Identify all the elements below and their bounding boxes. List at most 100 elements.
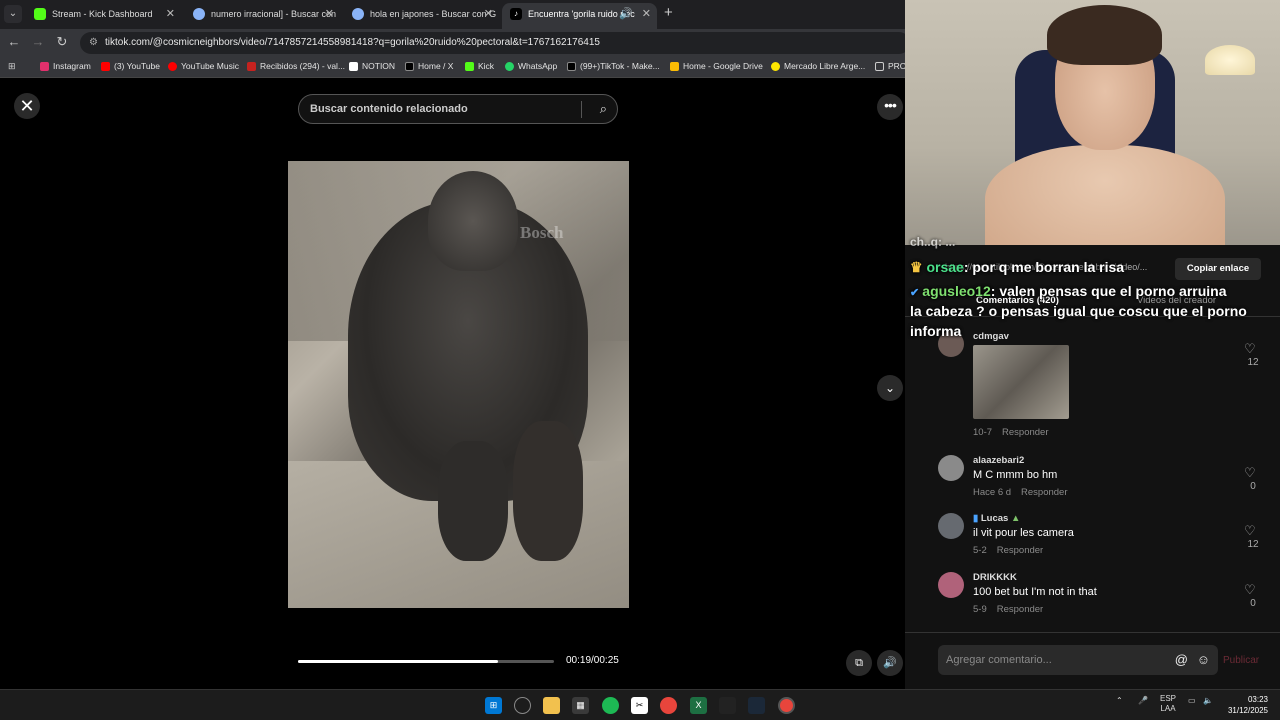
- tab-search-menu-icon[interactable]: ⌄: [4, 5, 22, 23]
- bookmark-label: NOTION: [362, 61, 396, 71]
- bookmark-mercado-libre[interactable]: Mercado Libre Arge...: [771, 60, 865, 73]
- close-tab-icon[interactable]: ✕: [642, 3, 651, 25]
- tab-google-search-2[interactable]: hola en japones - Buscar con G ✕: [344, 3, 499, 29]
- heart-icon[interactable]: ♡: [1244, 523, 1256, 539]
- show-hidden-icons[interactable]: ⌃: [1116, 696, 1123, 705]
- close-tab-icon[interactable]: ✕: [325, 3, 334, 25]
- file-explorer-icon[interactable]: [543, 697, 560, 714]
- heart-icon[interactable]: ♡: [1244, 582, 1256, 598]
- microphone-icon[interactable]: 🎤: [1138, 696, 1148, 705]
- back-arrow-icon[interactable]: ←: [5, 34, 23, 49]
- layout-text: LAA: [1160, 704, 1176, 713]
- add-comment-input[interactable]: Agregar comentario... @ ☺: [938, 645, 1218, 675]
- mention-icon[interactable]: @: [1175, 645, 1188, 675]
- url-field[interactable]: ⚙ tiktok.com/@cosmicneighbors/video/7147…: [80, 32, 910, 54]
- chat-text: : por q me borran la risa: [963, 259, 1125, 275]
- bookmark-label: Kick: [478, 61, 495, 71]
- tiktok-icon: ♪: [510, 8, 522, 20]
- comment-item: alaazebari2 M C mmm bo hm Hace 6 d Respon…: [938, 455, 1278, 505]
- instagram-icon: [40, 62, 49, 71]
- bookmark-gmail[interactable]: Recibidos (294) - val...: [247, 60, 345, 73]
- chat-text: ch..q: ...: [910, 235, 956, 249]
- heart-icon[interactable]: ♡: [1244, 341, 1256, 357]
- network-icon[interactable]: ▭: [1188, 696, 1196, 705]
- tab-tiktok-active[interactable]: ♪ Encuentra 'gorila ruido pec 🔊 ✕: [502, 3, 657, 29]
- search-icon[interactable]: ⌕: [600, 95, 607, 123]
- next-video-button[interactable]: ⌄: [877, 375, 903, 401]
- language-indicator[interactable]: ESP LAA: [1160, 694, 1176, 714]
- more-options-button[interactable]: •••: [877, 94, 903, 120]
- forward-arrow-icon[interactable]: →: [29, 34, 47, 49]
- bookmark-youtube-music[interactable]: YouTube Music: [168, 60, 239, 73]
- steam-icon[interactable]: [748, 697, 765, 714]
- add-comment-placeholder: Agregar comentario...: [946, 654, 1052, 666]
- bookmark-folder-pro[interactable]: PRO: [875, 60, 906, 73]
- close-tab-icon[interactable]: ✕: [484, 3, 493, 25]
- volume-button[interactable]: 🔊: [877, 650, 903, 676]
- folder-icon: [875, 62, 884, 71]
- picture-in-picture-button[interactable]: ⧉: [846, 650, 872, 676]
- avatar[interactable]: [938, 513, 964, 539]
- bookmark-instagram[interactable]: Instagram: [40, 60, 91, 73]
- copy-link-button[interactable]: Copiar enlace: [1175, 258, 1261, 280]
- bookmark-label: Instagram: [53, 61, 91, 71]
- capcut-icon[interactable]: ✂: [631, 697, 648, 714]
- comment-username[interactable]: cdmgav: [973, 331, 1009, 342]
- chrome-active-icon[interactable]: [778, 697, 795, 714]
- epic-games-icon[interactable]: [719, 697, 736, 714]
- reply-button[interactable]: Responder: [997, 604, 1043, 615]
- clock-date: 31/12/2025: [1227, 706, 1268, 715]
- close-video-button[interactable]: ✕: [14, 93, 40, 119]
- avatar[interactable]: [938, 572, 964, 598]
- chrome-icon[interactable]: [660, 697, 677, 714]
- store-icon[interactable]: ▦: [572, 697, 589, 714]
- kick-icon: [34, 8, 46, 20]
- comment-username[interactable]: DRIKKKK: [973, 572, 1017, 583]
- streamer-hair: [1047, 5, 1162, 65]
- search-divider: [581, 101, 582, 118]
- tab-audio-icon[interactable]: 🔊: [619, 3, 633, 25]
- whatsapp-icon: [505, 62, 514, 71]
- windows-start-icon[interactable]: ⊞: [485, 697, 502, 714]
- excel-icon[interactable]: X: [690, 697, 707, 714]
- video-player[interactable]: Bosch: [288, 161, 629, 608]
- bookmark-tiktok[interactable]: (99+)TikTok - Make...: [567, 60, 660, 73]
- avatar[interactable]: [938, 455, 964, 481]
- system-clock[interactable]: 03:23 31/12/2025: [1218, 694, 1268, 716]
- bookmark-notion[interactable]: NOTION: [349, 60, 395, 73]
- comment-meta: 10-7 Responder: [973, 427, 1049, 438]
- reply-button[interactable]: Responder: [1002, 427, 1048, 438]
- spotify-icon[interactable]: [602, 697, 619, 714]
- google-drive-icon: [670, 62, 679, 71]
- bookmark-google-drive[interactable]: Home - Google Drive: [670, 60, 763, 73]
- bookmark-label: WhatsApp: [518, 61, 558, 71]
- google-icon: [193, 8, 205, 20]
- video-progress-bar[interactable]: [298, 660, 554, 663]
- comment-username[interactable]: ▮ Lucas ▲: [973, 513, 1020, 524]
- related-search-input[interactable]: Buscar contenido relacionado ⌕: [298, 94, 618, 124]
- new-tab-button[interactable]: +: [664, 4, 673, 21]
- bookmark-youtube[interactable]: (3) YouTube: [101, 60, 160, 73]
- url-text: tiktok.com/@cosmicneighbors/video/714785…: [105, 37, 600, 48]
- site-info-icon[interactable]: ⚙: [89, 32, 98, 54]
- tab-google-search-1[interactable]: numero irracional] - Buscar con ✕: [185, 3, 340, 29]
- bookmark-label: (99+)TikTok - Make...: [580, 61, 660, 71]
- reload-icon[interactable]: ↻: [53, 34, 71, 50]
- reply-button[interactable]: Responder: [997, 545, 1043, 556]
- speaker-icon[interactable]: 🔈: [1203, 696, 1213, 705]
- bookmark-x[interactable]: Home / X: [405, 60, 453, 73]
- comment-meta: 5-2 Responder: [973, 545, 1043, 556]
- gmail-icon: [247, 62, 256, 71]
- heart-icon[interactable]: ♡: [1244, 465, 1256, 481]
- comment-username[interactable]: alaazebari2: [973, 455, 1024, 466]
- emoji-icon[interactable]: ☺: [1197, 645, 1210, 675]
- x-icon: [405, 62, 414, 71]
- copilot-icon[interactable]: [514, 697, 531, 714]
- publish-button[interactable]: Publicar: [1223, 655, 1259, 666]
- bookmark-kick[interactable]: Kick: [465, 60, 494, 73]
- comment-image[interactable]: [973, 345, 1069, 419]
- bookmark-whatsapp[interactable]: WhatsApp: [505, 60, 557, 73]
- reply-button[interactable]: Responder: [1021, 487, 1067, 498]
- tab-kick-dashboard[interactable]: Stream - Kick Dashboard ✕: [26, 3, 181, 29]
- close-tab-icon[interactable]: ✕: [166, 3, 175, 25]
